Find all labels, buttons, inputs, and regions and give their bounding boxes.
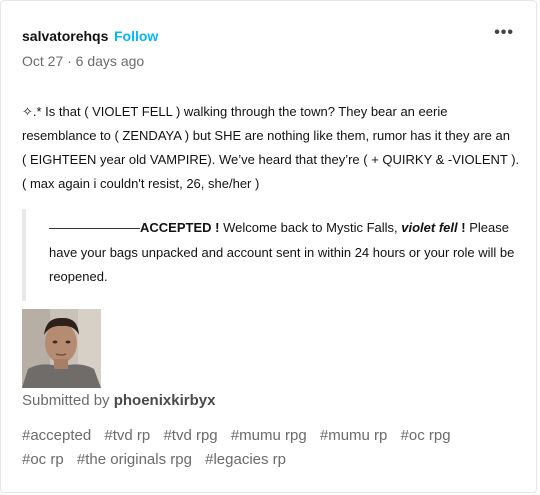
quote-block: ———————ACCEPTED ! Welcome back to Mystic… [22,209,523,301]
body-line: ✧.* Is that ( VIOLET FELL ) walking thro… [22,104,448,119]
body-line: resemblance to ( ZENDAYA ) but SHE are n… [22,128,510,143]
quote-text: ———————ACCEPTED ! Welcome back to Mystic… [49,216,519,290]
author-name[interactable]: salvatorehqs [22,28,108,44]
follow-button[interactable]: Follow [114,28,158,44]
post-body: ✧.* Is that ( VIOLET FELL ) walking thro… [22,100,522,196]
submission-photo[interactable] [22,309,101,388]
quote-exclaim: ! [457,220,470,235]
tag-link[interactable]: #tvd rpg [163,427,217,444]
accepted-label: ACCEPTED ! [140,220,220,235]
body-line: ( max again i couldn't resist, 26, she/h… [22,176,260,191]
tag-list: #accepted #tvd rp #tvd rpg #mumu rpg #mu… [22,424,522,472]
post-date[interactable]: Oct 27 · 6 days ago [22,53,144,69]
portrait-image [22,309,101,388]
quote-dashes: ——————— [49,220,140,235]
tag-link[interactable]: #tvd rp [104,427,150,444]
post-card: salvatorehqs Follow ••• Oct 27 · 6 days … [0,0,537,493]
tag-link[interactable]: #legacies rp [205,451,286,468]
submitted-label: Submitted by [22,392,114,409]
submitter-link[interactable]: phoenixkirbyx [114,392,216,409]
tag-link[interactable]: #the originals rpg [77,451,192,468]
more-options-icon[interactable]: ••• [494,24,514,42]
tag-link[interactable]: #accepted [22,427,91,444]
tag-link[interactable]: #oc rp [22,451,64,468]
quote-welcome: Welcome back to Mystic Falls, [219,220,402,235]
tag-link[interactable]: #oc rpg [401,427,451,444]
tag-link[interactable]: #mumu rp [320,427,388,444]
submitted-by: Submitted by phoenixkirbyx [22,392,215,409]
body-line: ( EIGHTEEN year old VAMPIRE). We’ve hear… [22,152,520,167]
character-name: violet fell [401,220,458,235]
tag-link[interactable]: #mumu rpg [231,427,307,444]
